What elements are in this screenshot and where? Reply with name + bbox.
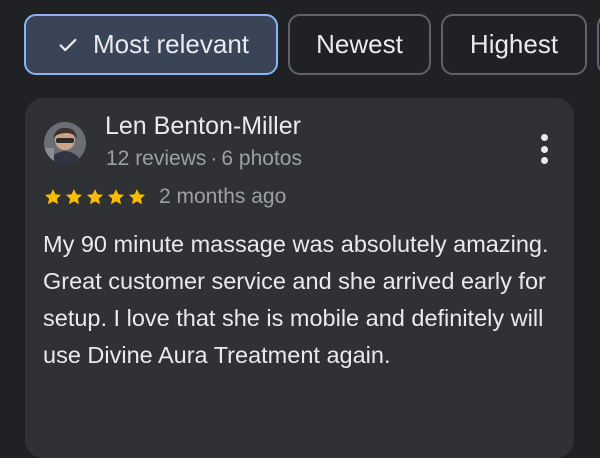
star-icon (128, 189, 146, 205)
chip-label: Most relevant (92, 29, 250, 59)
review-time: 2 months ago (159, 185, 287, 208)
reviewer-meta: 12 reviews · 6 photos (106, 147, 302, 171)
check-icon (57, 34, 79, 56)
more-vert-icon[interactable] (540, 134, 548, 164)
chip-highest[interactable]: Highest (441, 14, 587, 75)
separator-dot: · (210, 147, 218, 170)
rating-row: 2 months ago (43, 184, 286, 210)
star-icon (65, 189, 83, 205)
photos-count: 6 photos (221, 147, 302, 170)
chip-label: Newest (316, 29, 403, 59)
chip-newest[interactable]: Newest (288, 14, 431, 75)
reviewer-name[interactable]: Len Benton-Miller (105, 112, 301, 141)
avatar[interactable] (44, 122, 86, 164)
review-text: My 90 minute massage was absolutely amaz… (43, 231, 549, 368)
star-rating (43, 187, 147, 207)
review-sort-chips: Most relevant Newest Highest (24, 14, 600, 76)
star-icon (44, 189, 62, 205)
reviews-count: 12 reviews (106, 147, 207, 170)
star-icon (107, 189, 125, 205)
chip-label: Highest (469, 29, 559, 59)
chip-most-relevant[interactable]: Most relevant (24, 14, 278, 75)
star-icon (86, 189, 104, 205)
review-card: Len Benton-Miller 12 reviews · 6 photos 2 … (25, 98, 574, 458)
